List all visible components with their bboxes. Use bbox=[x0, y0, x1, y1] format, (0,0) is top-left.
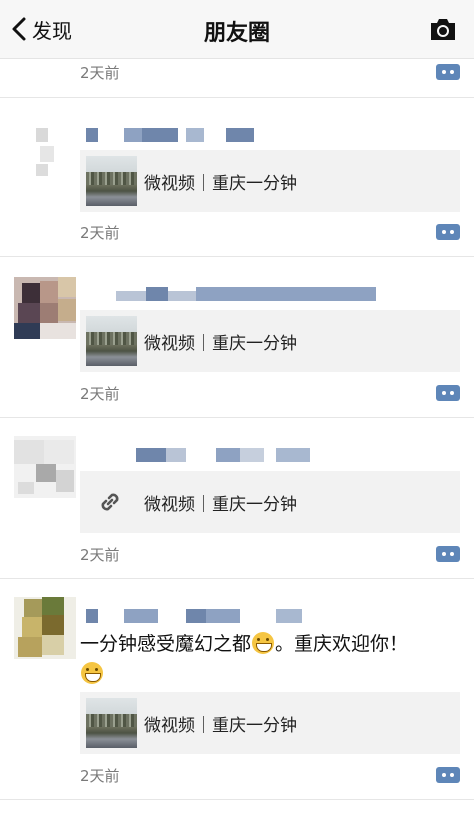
post-time: 2天前 bbox=[80, 385, 120, 403]
moment-post: 微视频｜重庆一分钟 2天前 bbox=[0, 98, 474, 257]
card-title: 微视频｜重庆一分钟 bbox=[144, 174, 297, 194]
link-card[interactable]: 微视频｜重庆一分钟 bbox=[80, 692, 460, 754]
post-text-part2: 。重庆欢迎你！ bbox=[275, 633, 409, 655]
grinning-face-emoji bbox=[252, 632, 275, 654]
camera-icon[interactable] bbox=[428, 16, 458, 42]
video-thumbnail bbox=[86, 698, 137, 748]
moment-post: 微视频｜重庆一分钟 2天前 bbox=[0, 418, 474, 579]
post-time: 2天前 bbox=[80, 546, 120, 564]
card-title: 微视频｜重庆一分钟 bbox=[144, 495, 297, 515]
post-time: 2天前 bbox=[80, 64, 120, 82]
comment-icon[interactable] bbox=[436, 546, 460, 562]
grinning-face-emoji bbox=[81, 662, 103, 684]
comment-icon[interactable] bbox=[436, 767, 460, 783]
post-text-part1: 一分钟感受魔幻之都 bbox=[80, 633, 252, 655]
video-thumbnail bbox=[86, 316, 137, 366]
page-title: 朋友圈 bbox=[203, 21, 270, 46]
moment-post: 2天前 bbox=[0, 58, 474, 98]
link-card[interactable]: 微视频｜重庆一分钟 bbox=[80, 471, 460, 533]
card-title: 微视频｜重庆一分钟 bbox=[144, 716, 297, 736]
link-card[interactable]: 微视频｜重庆一分钟 bbox=[80, 310, 460, 372]
avatar[interactable] bbox=[14, 436, 76, 498]
post-time: 2天前 bbox=[80, 224, 120, 242]
post-time: 2天前 bbox=[80, 767, 120, 785]
comment-icon[interactable] bbox=[436, 385, 460, 401]
avatar[interactable] bbox=[14, 120, 76, 182]
comment-icon[interactable] bbox=[436, 64, 460, 80]
link-card[interactable]: 微视频｜重庆一分钟 bbox=[80, 150, 460, 212]
avatar[interactable] bbox=[14, 277, 76, 339]
nav-bar: 发现 朋友圈 bbox=[0, 0, 474, 59]
post-text: 一分钟感受魔幻之都 。重庆欢迎你！ bbox=[80, 629, 450, 689]
comment-icon[interactable] bbox=[436, 224, 460, 240]
moment-post: 一分钟感受魔幻之都 。重庆欢迎你！ 微视频｜重庆一分钟 2天前 bbox=[0, 579, 474, 800]
link-icon bbox=[101, 493, 119, 511]
avatar[interactable] bbox=[14, 597, 76, 659]
moment-post: 微视频｜重庆一分钟 2天前 bbox=[0, 257, 474, 418]
video-thumbnail bbox=[86, 156, 137, 206]
card-title: 微视频｜重庆一分钟 bbox=[144, 334, 297, 354]
